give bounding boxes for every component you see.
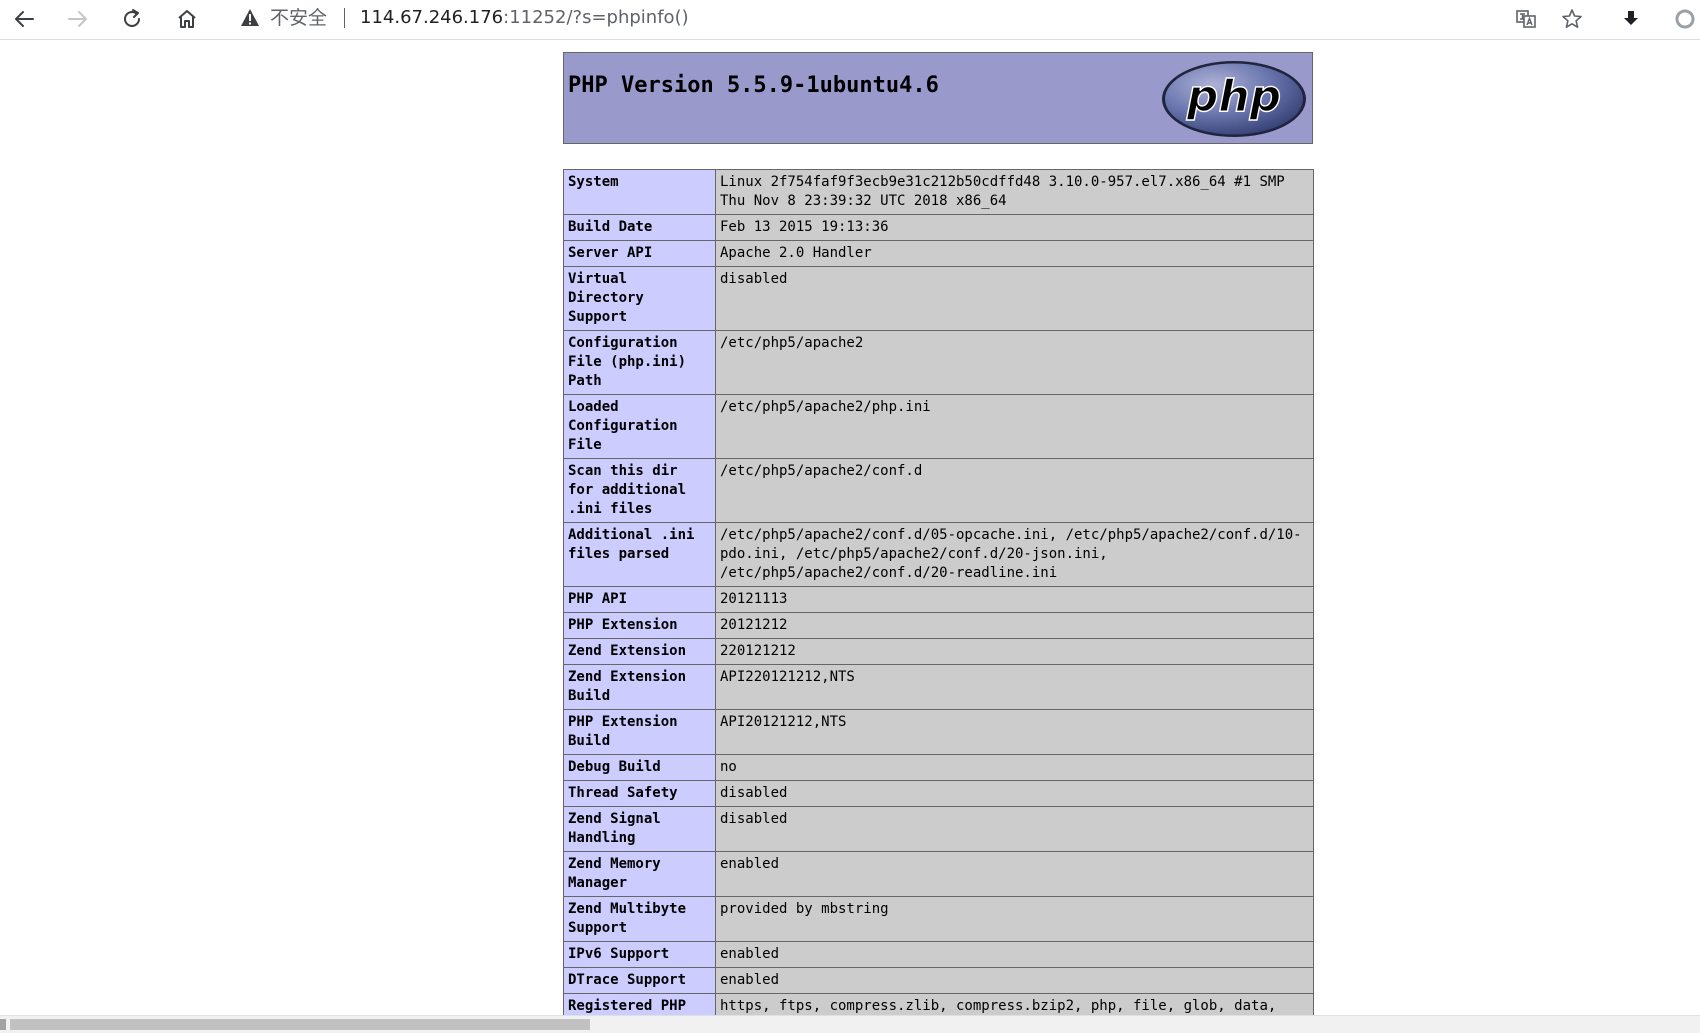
table-row: Zend Signal Handling disabled — [563, 806, 1314, 852]
info-value: API20121212,NTS — [715, 709, 1314, 755]
table-row: Debug Build no — [563, 754, 1314, 781]
phpinfo-page: PHP Version 5.5.9-1ubuntu4.6 php System L… — [0, 40, 1700, 1015]
info-key: Loaded Configuration File — [563, 394, 716, 459]
php-info-table: System Linux 2f754faf9f3ecb9e31c212b50cdf… — [563, 169, 1314, 1015]
forward-button[interactable] — [60, 2, 96, 36]
table-row: Zend Extension 220121212 — [563, 638, 1314, 665]
reload-button[interactable] — [114, 2, 150, 36]
info-value: /etc/php5/apache2 — [715, 330, 1314, 395]
info-value: enabled — [715, 967, 1314, 994]
info-value: disabled — [715, 806, 1314, 852]
url-text[interactable]: 114.67.246.176:11252/?s=phpinfo() — [360, 6, 689, 30]
table-row: Build Date Feb 13 2015 19:13:36 — [563, 214, 1314, 241]
table-row: PHP Extension 20121212 — [563, 612, 1314, 639]
bookmark-button[interactable] — [1554, 2, 1590, 36]
phpinfo-header: PHP Version 5.5.9-1ubuntu4.6 php — [563, 52, 1313, 144]
table-row: Zend Multibyte Support provided by mbstri… — [563, 896, 1314, 942]
info-key: Build Date — [563, 214, 716, 241]
download-icon — [1624, 11, 1638, 25]
info-key: PHP API — [563, 586, 716, 613]
info-value: 220121212 — [715, 638, 1314, 665]
info-key: Additional .ini files parsed — [563, 522, 716, 587]
address-bar[interactable]: 不安全 114.67.246.176:11252/?s=phpinfo() — [222, 0, 1594, 36]
translate-icon — [1516, 10, 1536, 28]
info-value: /etc/php5/apache2/conf.d/05-opcache.ini,… — [715, 522, 1314, 587]
url-host: 114.67.246.176 — [360, 7, 504, 28]
info-key: IPv6 Support — [563, 941, 716, 968]
reload-icon — [124, 9, 140, 27]
info-value: Apache 2.0 Handler — [715, 240, 1314, 267]
php-logo-icon[interactable]: php — [1160, 59, 1308, 139]
back-icon — [15, 11, 34, 27]
horizontal-scrollbar-thumb[interactable] — [10, 1019, 590, 1030]
info-value: disabled — [715, 780, 1314, 807]
info-value: no — [715, 754, 1314, 781]
table-row: Registered PHP Streamshttps, ftps, compr… — [563, 993, 1314, 1015]
table-row: PHP API 20121113 — [563, 586, 1314, 613]
info-value: disabled — [715, 266, 1314, 331]
table-row: Zend Memory Manager enabled — [563, 851, 1314, 897]
home-icon — [178, 10, 196, 28]
info-key: Zend Multibyte Support — [563, 896, 716, 942]
table-row: PHP Extension Build API20121212,NTS — [563, 709, 1314, 755]
info-value: enabled — [715, 851, 1314, 897]
table-row: System Linux 2f754faf9f3ecb9e31c212b50cdf… — [563, 169, 1314, 215]
info-key: DTrace Support — [563, 967, 716, 994]
table-row: IPv6 Support enabled — [563, 941, 1314, 968]
translate-button[interactable] — [1508, 2, 1544, 36]
table-row: Thread Safety disabled — [563, 780, 1314, 807]
table-row: Server API Apache 2.0 Handler — [563, 240, 1314, 267]
info-value: Linux 2f754faf9f3ecb9e31c212b50cdffd48 3… — [715, 169, 1314, 215]
info-value: 20121113 — [715, 586, 1314, 613]
info-value: 20121212 — [715, 612, 1314, 639]
address-divider — [344, 8, 345, 28]
info-value: provided by mbstring — [715, 896, 1314, 942]
info-value: enabled — [715, 941, 1314, 968]
php-logo-text: php — [1186, 71, 1281, 122]
info-key: Configuration File (php.ini) Path — [563, 330, 716, 395]
info-key: Server API — [563, 240, 716, 267]
php-version-title: PHP Version 5.5.9-1ubuntu4.6 — [568, 73, 939, 98]
warning-icon[interactable] — [240, 8, 260, 28]
info-value: API220121212,NTS — [715, 664, 1314, 710]
table-row: Additional .ini files parsed/etc/php5/ap… — [563, 522, 1314, 587]
info-value: /etc/php5/apache2/conf.d — [715, 458, 1314, 523]
horizontal-scrollbar[interactable] — [0, 1015, 1700, 1033]
info-key: Zend Signal Handling — [563, 806, 716, 852]
info-key: Scan this dir for additional .ini files — [563, 458, 716, 523]
info-key: Zend Extension Build — [563, 664, 716, 710]
info-key: PHP Extension Build — [563, 709, 716, 755]
info-key: Zend Extension — [563, 638, 716, 665]
profile-button[interactable] — [1670, 2, 1700, 36]
info-key: Registered PHP Streams — [563, 993, 716, 1015]
back-button[interactable] — [6, 2, 42, 36]
scroll-left-arrow[interactable] — [0, 1019, 6, 1030]
table-row: Scan this dir for additional .ini files /… — [563, 458, 1314, 523]
info-value: Feb 13 2015 19:13:36 — [715, 214, 1314, 241]
info-key: Virtual Directory Support — [563, 266, 716, 331]
info-value: https, ftps, compress.zlib, compress.bzi… — [715, 993, 1314, 1015]
info-key: Thread Safety — [563, 780, 716, 807]
info-key: Debug Build — [563, 754, 716, 781]
url-path: :11252/?s=phpinfo() — [503, 7, 689, 28]
info-key: System — [563, 169, 716, 215]
home-button[interactable] — [169, 2, 205, 36]
table-row: Configuration File (php.ini) Path/etc/ph… — [563, 330, 1314, 395]
info-key: PHP Extension — [563, 612, 716, 639]
security-label[interactable]: 不安全 — [270, 6, 327, 30]
info-key: Zend Memory Manager — [563, 851, 716, 897]
bookmark-star-icon — [1562, 9, 1582, 28]
table-row: Loaded Configuration File/etc/php5/apach… — [563, 394, 1314, 459]
browser-toolbar: 不安全 114.67.246.176:11252/?s=phpinfo() — [0, 0, 1700, 40]
download-button[interactable] — [1613, 2, 1649, 36]
table-row: DTrace Support enabled — [563, 967, 1314, 994]
profile-icon — [1675, 9, 1695, 29]
forward-icon — [68, 11, 87, 27]
table-row: Virtual Directory Support disabled — [563, 266, 1314, 331]
table-row: Zend Extension Build API220121212,NTS — [563, 664, 1314, 710]
info-value: /etc/php5/apache2/php.ini — [715, 394, 1314, 459]
